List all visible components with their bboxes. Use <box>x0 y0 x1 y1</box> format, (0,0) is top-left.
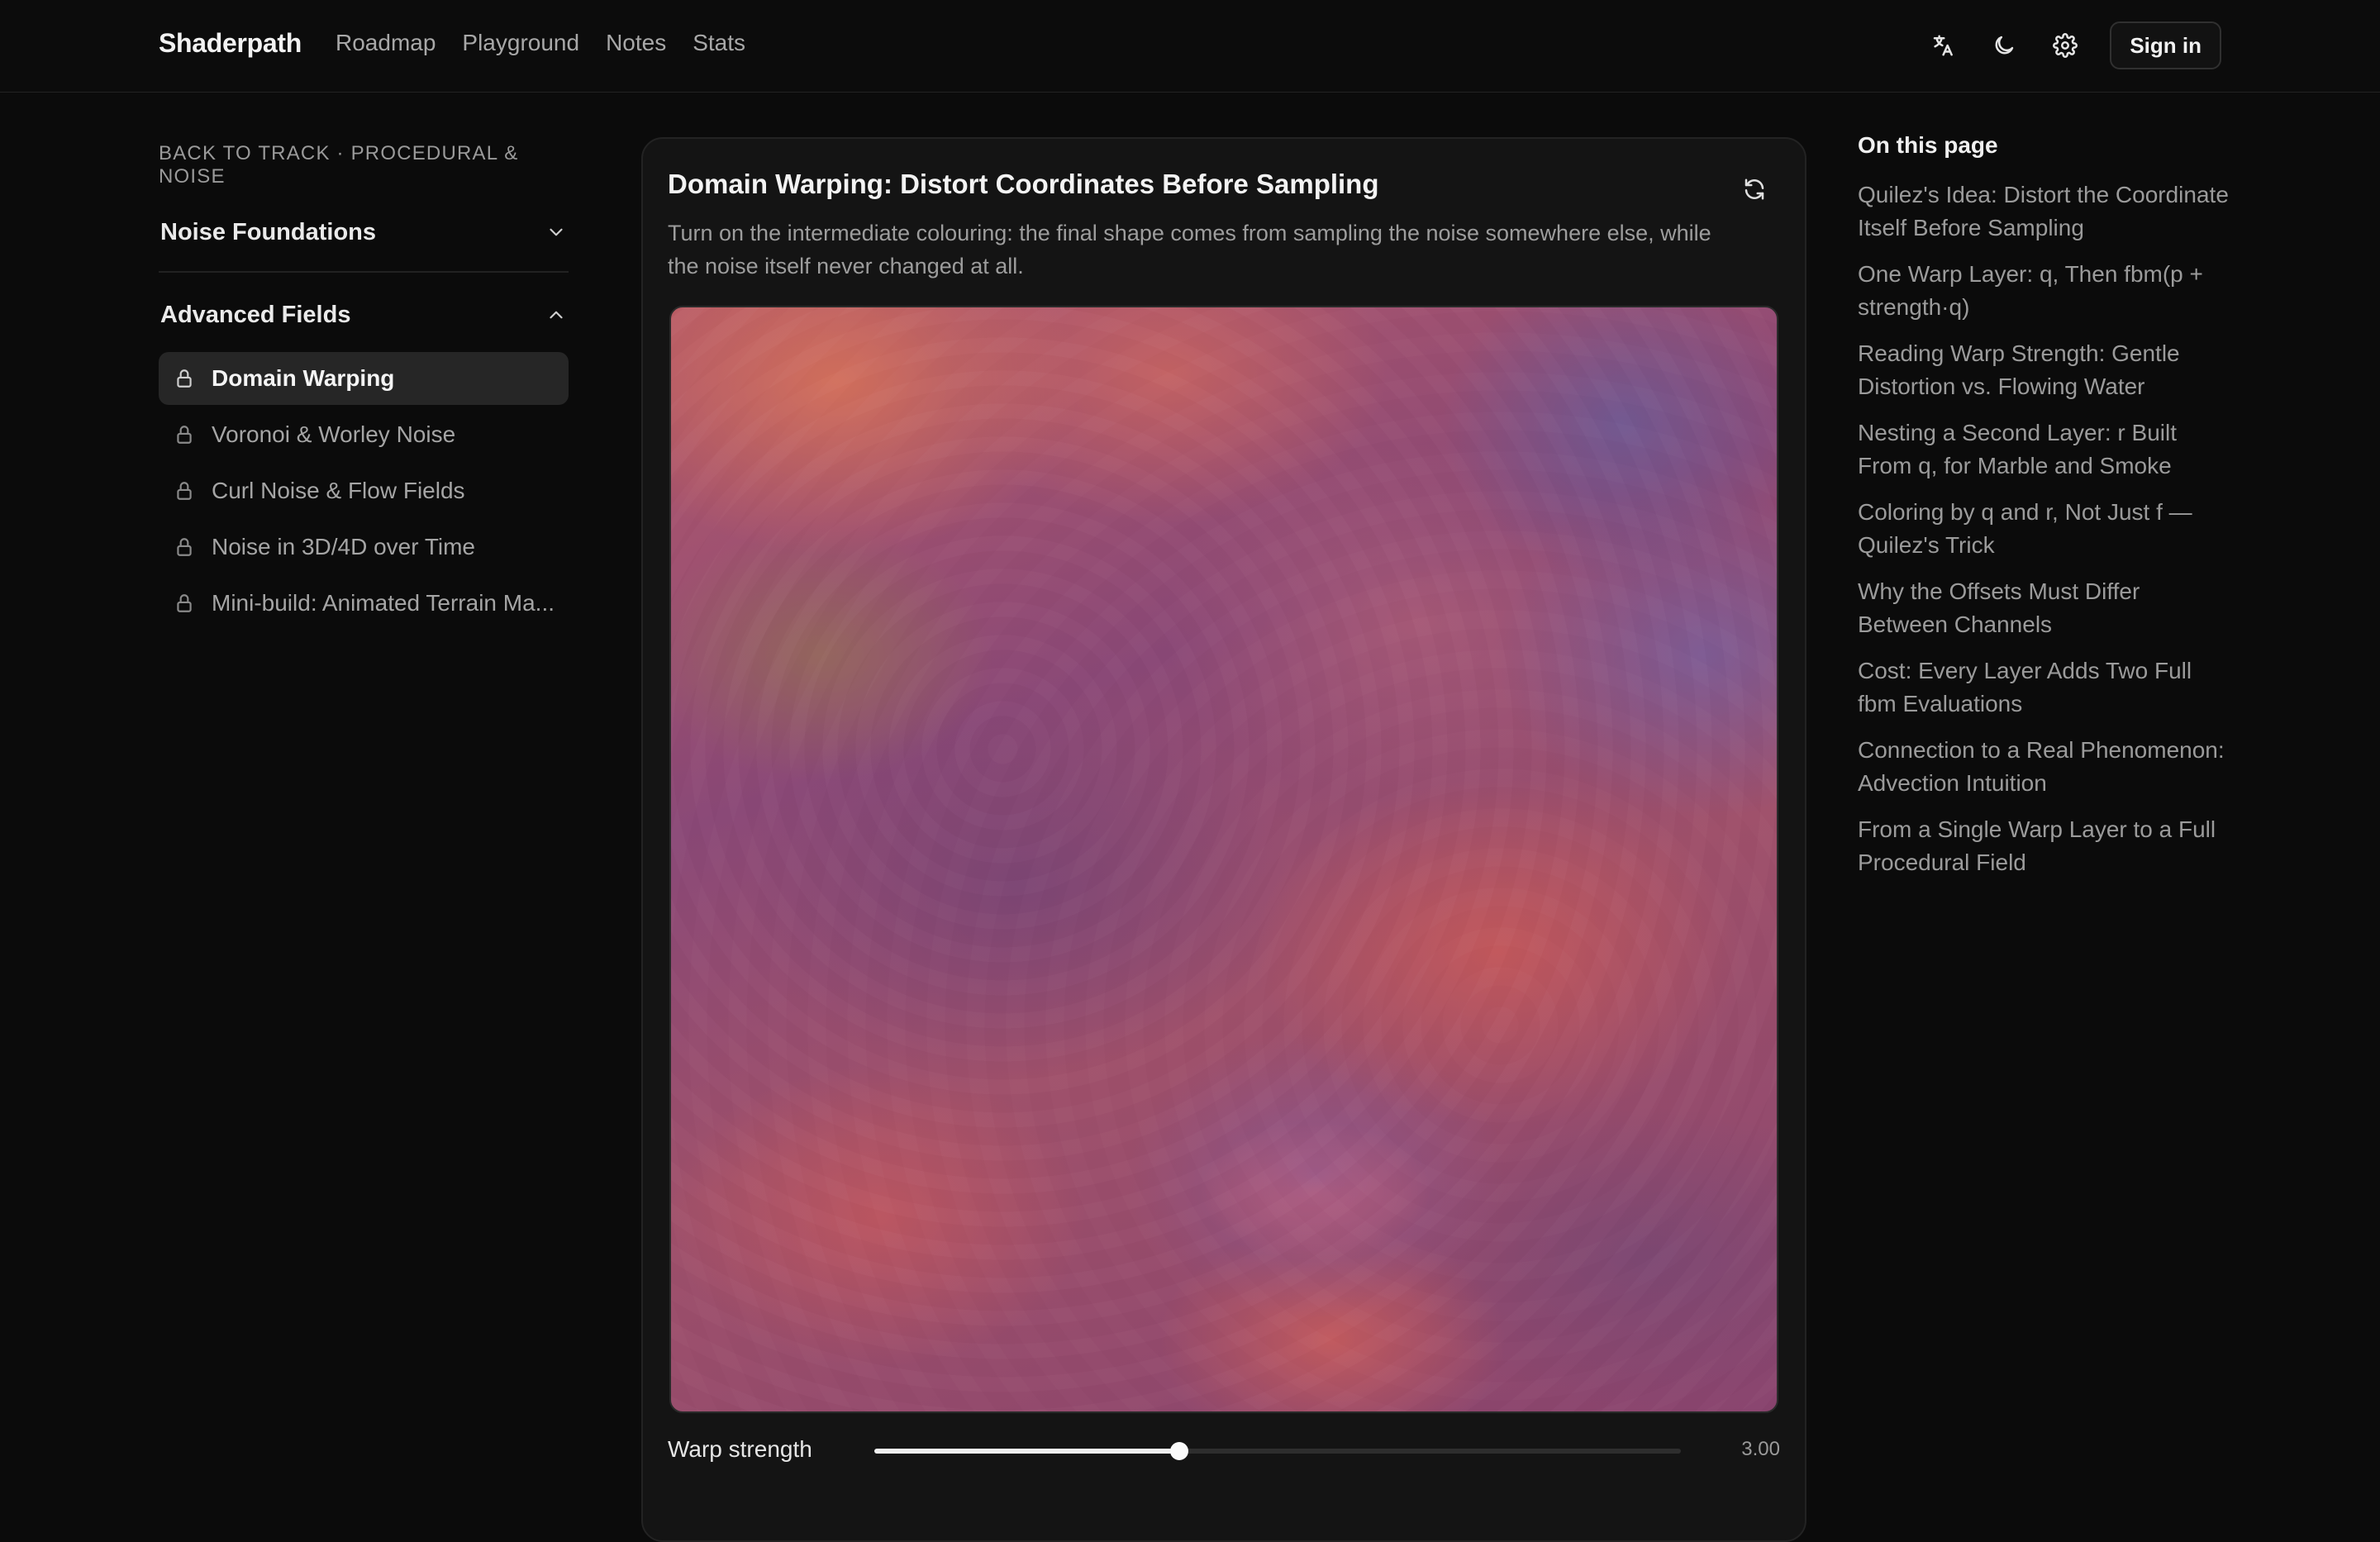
lesson-item-noise-3d-4d[interactable]: Noise in 3D/4D over Time <box>159 521 569 573</box>
lesson-item-mini-build-terrain[interactable]: Mini-build: Animated Terrain Ma... <box>159 577 569 630</box>
shader-canvas[interactable] <box>669 306 1778 1413</box>
slider-fill <box>874 1449 1179 1454</box>
brand-logo[interactable]: Shaderpath <box>159 28 302 59</box>
lesson-sidebar: BACK TO TRACK · PROCEDURAL & NOISE Noise… <box>159 93 569 633</box>
lesson-item-voronoi-worley[interactable]: Voronoi & Worley Noise <box>159 408 569 461</box>
lock-icon <box>177 594 192 612</box>
toc-item[interactable]: From a Single Warp Layer to a Full Proce… <box>1858 813 2230 879</box>
toc-item[interactable]: One Warp Layer: q, Then fbm(p + strength… <box>1858 258 2230 324</box>
warp-strength-slider[interactable] <box>874 1442 1681 1460</box>
section-noise-foundations[interactable]: Noise Foundations <box>159 212 569 253</box>
toc-item[interactable]: Reading Warp Strength: Gentle Distortion… <box>1858 337 2230 403</box>
toc-item[interactable]: Nesting a Second Layer: r Built From q, … <box>1858 416 2230 483</box>
section-label: Noise Foundations <box>160 218 376 245</box>
section-advanced-fields[interactable]: Advanced Fields <box>159 294 569 336</box>
lock-icon <box>177 426 192 444</box>
chevron-down-icon <box>550 228 563 236</box>
lesson-label: Curl Noise & Flow Fields <box>212 478 465 503</box>
lesson-item-curl-noise[interactable]: Curl Noise & Flow Fields <box>159 464 569 517</box>
nav-notes[interactable]: Notes <box>606 30 666 56</box>
lesson-label: Domain Warping <box>212 365 395 391</box>
refresh-icon[interactable] <box>1739 174 1770 205</box>
lock-icon <box>177 369 192 388</box>
table-of-contents: On this page Quilez's Idea: Distort the … <box>1858 132 2230 892</box>
header-actions: Sign in <box>1926 21 2221 69</box>
demo-card: Domain Warping: Distort Coordinates Befo… <box>641 137 1806 1542</box>
nav-stats[interactable]: Stats <box>693 30 745 56</box>
section-divider <box>159 271 569 273</box>
section-label: Advanced Fields <box>160 301 351 328</box>
moon-icon[interactable] <box>1987 29 2021 62</box>
slider-thumb[interactable] <box>1169 1442 1188 1460</box>
demo-description: Turn on the intermediate colouring: the … <box>668 221 1711 278</box>
toc-item[interactable]: Connection to a Real Phenomenon: Advecti… <box>1858 734 2230 800</box>
nav-playground[interactable]: Playground <box>462 30 579 56</box>
lock-icon <box>177 538 192 556</box>
nav-roadmap[interactable]: Roadmap <box>336 30 436 56</box>
slider-value: 3.00 <box>1741 1438 1780 1460</box>
toc-item[interactable]: Quilez's Idea: Distort the Coordinate It… <box>1858 178 2230 245</box>
demo-title: Domain Warping: Distort Coordinates Befo… <box>668 169 1379 199</box>
back-to-track-link[interactable]: BACK TO TRACK · PROCEDURAL & NOISE <box>159 142 569 188</box>
lesson-item-domain-warping[interactable]: Domain Warping <box>159 352 569 405</box>
toc-title: On this page <box>1858 132 1998 158</box>
gear-icon[interactable] <box>2049 29 2082 62</box>
main-nav: Roadmap Playground Notes Stats <box>336 30 745 56</box>
slider-label: Warp strength <box>668 1436 812 1462</box>
toc-item[interactable]: Why the Offsets Must Differ Between Chan… <box>1858 575 2230 641</box>
toc-item[interactable]: Cost: Every Layer Adds Two Full fbm Eval… <box>1858 654 2230 721</box>
warp-strength-control: Warp strength 3.00 <box>668 1430 1780 1471</box>
chevron-up-icon <box>550 311 563 319</box>
toc-item[interactable]: Coloring by q and r, Not Just f — Quilez… <box>1858 496 2230 562</box>
lesson-list: Domain Warping Voronoi & Worley Noise Cu… <box>159 352 569 630</box>
sign-in-button[interactable]: Sign in <box>2110 21 2221 69</box>
lesson-label: Voronoi & Worley Noise <box>212 421 456 447</box>
translate-icon[interactable] <box>1926 29 1959 62</box>
lesson-label: Mini-build: Animated Terrain Ma... <box>212 590 555 616</box>
top-header: Shaderpath Roadmap Playground Notes Stat… <box>0 0 2380 93</box>
lesson-label: Noise in 3D/4D over Time <box>212 534 476 559</box>
lock-icon <box>177 482 192 500</box>
